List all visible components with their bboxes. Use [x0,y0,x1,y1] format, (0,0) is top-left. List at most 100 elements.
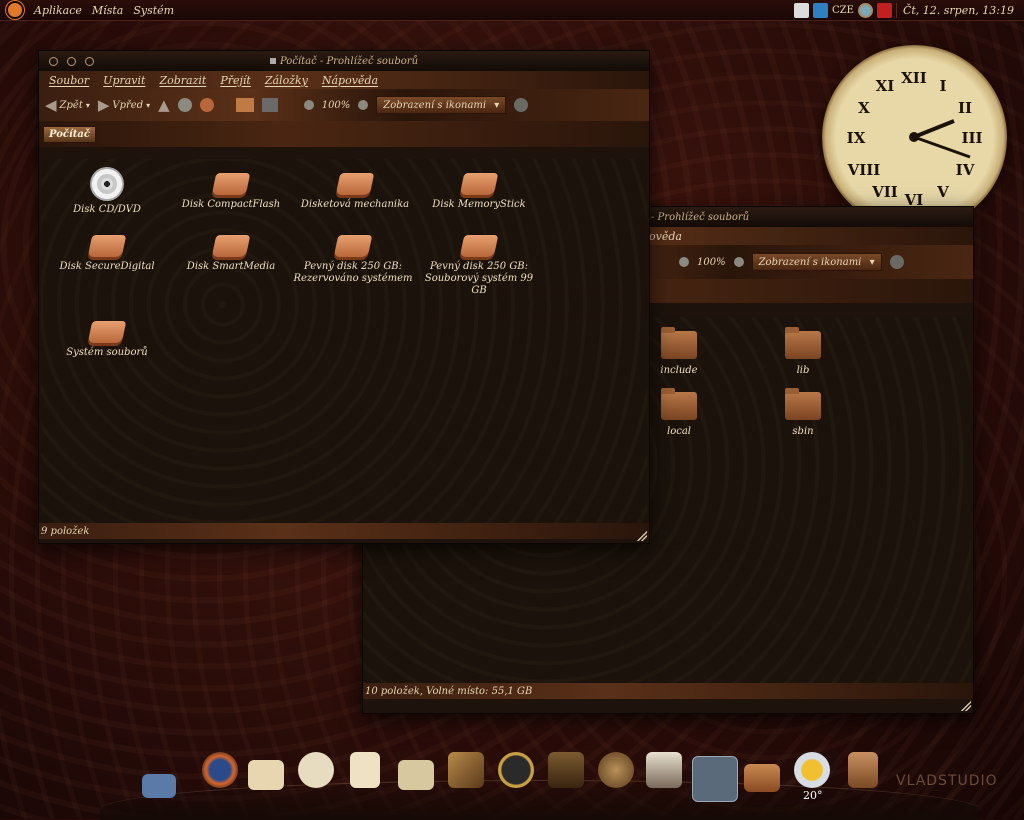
search-icon[interactable] [889,255,904,269]
up-arrow-icon[interactable]: ▲ [158,96,170,114]
back-arrow-icon: ◀ [45,96,57,114]
home-icon[interactable] [235,98,254,112]
keyboard-layout[interactable]: CZE [832,5,854,16]
chat-icon[interactable] [298,752,334,788]
menu-zobrazit[interactable]: Zobrazit [159,74,206,87]
back-view-mode-select[interactable]: Zobrazení s ikonami ▾ [751,253,882,271]
back-window-statusbar: 10 položek, Volné místo: 55,1 GB [363,683,973,699]
disk-icon [211,235,251,257]
status-text: 9 položek [41,525,90,537]
back-button-label: Zpět [59,99,83,111]
view-mode-label: Zobrazení s ikonami [383,99,487,111]
zoom-out-icon[interactable] [679,257,689,267]
menu-prejit[interactable]: Přejít [220,74,251,87]
drive-label: Disk MemoryStick [432,199,526,210]
drive-item[interactable]: Disk SecureDigital [45,229,169,273]
svg-text:IV: IV [956,161,975,179]
logout-icon[interactable] [876,2,892,18]
maximize-icon[interactable] [85,57,94,66]
close-icon[interactable] [49,57,58,66]
forward-arrow-icon: ▶ [97,96,110,114]
folder-item[interactable]: sbin [741,388,865,438]
network-icon[interactable] [142,774,176,798]
globe-icon[interactable] [598,752,634,788]
weather-temperature: 20° [803,789,823,802]
panel-clock[interactable]: Čt, 12. srpen, 13:19 [895,2,1020,18]
drive-label: Disk CD/DVD [73,204,141,215]
drive-item[interactable]: Disk CD/DVD [45,167,169,216]
drive-item[interactable]: Disk CompactFlash [169,167,293,211]
drive-label: Disketová mechanika [300,199,410,210]
disk-icon [459,235,499,257]
telescope-icon[interactable] [448,752,484,788]
top-panel-menus: Aplikace Místa Systém [0,1,174,19]
front-window-toolbar: ◀ Zpět ▾ ▶ Vpřed ▾ ▲ 100% Zobrazení s ik… [39,89,649,121]
document-icon[interactable] [350,752,380,788]
drive-label: Disk SecureDigital [59,261,155,272]
front-window-content[interactable]: Disk CD/DVD Disk CompactFlash Disketová … [41,159,647,523]
drive-item[interactable]: Systém souborů [45,315,169,359]
back-button[interactable]: ◀ Zpět ▾ [45,96,90,114]
search-icon[interactable] [514,98,529,112]
ubuntu-logo-icon[interactable] [6,1,24,19]
menu-system[interactable]: Systém [133,4,174,17]
back-window-title: - Prohlížeč souborů [651,211,750,223]
drive-item[interactable]: Disk MemoryStick [417,167,541,211]
network-icon[interactable] [794,2,810,18]
svg-text:XII: XII [901,69,927,87]
zoom-in-icon[interactable] [733,257,744,267]
svg-text:I: I [939,77,946,95]
zoom-in-icon[interactable] [358,100,369,110]
disk-icon [333,235,373,257]
drive-item[interactable]: Disk SmartMedia [169,229,293,273]
back-menu-napoveda[interactable]: ověda [649,230,682,243]
clock-widget: XII III VI IX I II IV V VII VIII X XI [822,45,1007,230]
folder-label: sbin [792,426,814,437]
drive-item[interactable]: Pevný disk 250 GB: Rezervováno systémem [293,229,413,285]
menu-upravit[interactable]: Upravit [103,74,145,87]
stop-icon[interactable] [177,98,192,112]
computer-icon [269,58,276,64]
back-view-mode-label: Zobrazení s ikonami [758,256,862,268]
folder-icon [785,327,821,359]
globe-icon[interactable] [857,2,873,18]
svg-text:XI: XI [876,77,895,95]
mail-icon[interactable] [248,760,284,790]
computer-icon[interactable] [261,98,278,112]
drive-label: Disk CompactFlash [181,199,281,210]
resize-grip[interactable] [637,531,647,541]
svg-text:III: III [961,129,982,147]
menu-soubor[interactable]: Soubor [49,74,89,87]
front-file-browser-window[interactable]: Počítač - Prohlížeč souborů Soubor Uprav… [38,50,650,544]
update-icon[interactable] [813,2,829,18]
zoom-out-icon[interactable] [303,100,314,110]
view-mode-select[interactable]: Zobrazení s ikonami ▾ [376,96,507,114]
weather-icon[interactable] [794,752,830,788]
svg-text:VII: VII [871,183,898,201]
trash-icon[interactable] [848,752,878,788]
menu-aplikace[interactable]: Aplikace [34,4,82,17]
chevron-down-icon[interactable]: ▾ [146,101,150,110]
compass-icon[interactable] [498,752,534,788]
chevron-down-icon[interactable]: ▾ [86,101,90,110]
folder-item[interactable]: lib [741,327,865,377]
drive-item[interactable]: Pevný disk 250 GB: Souborový systém 99 G… [421,229,537,297]
menu-zalozky[interactable]: Záložky [265,74,308,87]
system-tray: CZE Čt, 12. srpen, 13:19 [794,0,1020,20]
breadcrumb[interactable]: Počítač [43,125,96,143]
drive-item[interactable]: Disketová mechanika [293,167,417,211]
window-icon[interactable] [398,760,434,790]
front-window-titlebar[interactable]: Počítač - Prohlížeč souborů [39,51,649,71]
menu-napoveda[interactable]: Nápověda [322,74,378,87]
books-icon[interactable] [646,752,682,788]
menu-mista[interactable]: Místa [92,4,123,17]
folder-icon[interactable] [744,764,780,792]
back-zoom-level: 100% [697,256,726,268]
phone-icon[interactable] [548,752,584,788]
home-folder-icon[interactable] [692,756,738,802]
firefox-icon[interactable] [202,752,238,788]
minimize-icon[interactable] [67,57,76,66]
resize-grip[interactable] [961,701,971,711]
forward-button[interactable]: ▶ Vpřed ▾ [98,96,150,114]
reload-icon[interactable] [199,98,214,112]
